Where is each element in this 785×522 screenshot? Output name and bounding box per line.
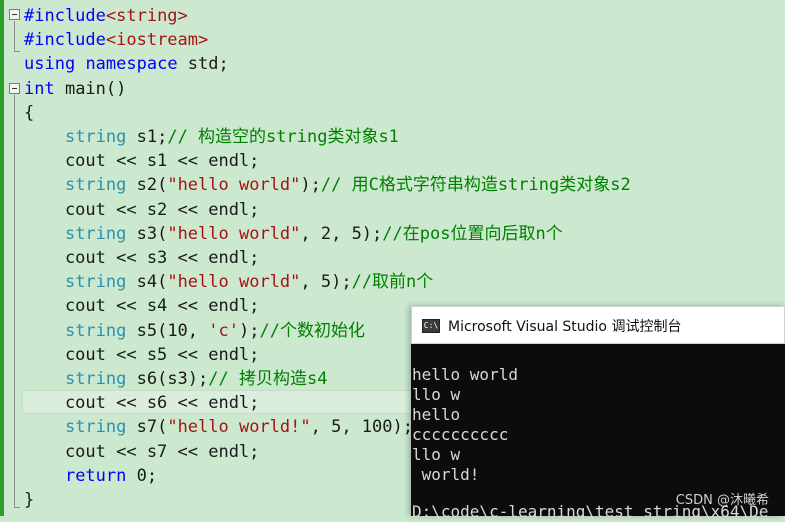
- code-token: string: [64, 223, 127, 244]
- code-token: string: [64, 127, 127, 147]
- code-token: //个数初始化: [259, 320, 365, 341]
- code-line[interactable]: string s2("hello world");// 用C格式字符串构造str…: [24, 173, 631, 197]
- code-token: //在pos位置向后取n个: [382, 223, 563, 244]
- code-token: "hello world": [167, 175, 301, 196]
- code-token: #include: [24, 30, 106, 51]
- console-output-line: world!: [412, 465, 480, 484]
- code-token: // 构造空的string类对象s1: [167, 127, 399, 147]
- code-token: }: [24, 490, 35, 510]
- code-token: string: [64, 175, 127, 196]
- fold-guide-include: [14, 21, 15, 51]
- code-line[interactable]: string s1;// 构造空的string类对象s1: [24, 125, 399, 149]
- code-token: 0;: [126, 465, 158, 486]
- code-token: s6(s3);: [126, 369, 209, 389]
- code-line[interactable]: cout << s5 << endl;: [24, 343, 259, 367]
- code-token: string: [64, 417, 127, 438]
- code-token: , 5, 100);: [310, 417, 413, 438]
- console-titlebar[interactable]: C:\ Microsoft Visual Studio 调试控制台: [411, 306, 785, 344]
- fold-guide-main: [14, 95, 15, 507]
- code-line[interactable]: string s3("hello world", 2, 5);//在pos位置向…: [24, 222, 563, 246]
- code-line[interactable]: return 0;: [24, 464, 157, 488]
- console-output-line: cccccccccc: [412, 425, 509, 444]
- code-token: int: [24, 78, 55, 99]
- code-line[interactable]: string s6(s3);// 拷贝构造s4: [24, 367, 328, 391]
- csdn-watermark: CSDN @沐曦希: [675, 493, 769, 508]
- code-line[interactable]: using namespace std;: [24, 52, 229, 76]
- code-line[interactable]: string s5(10, 'c');//个数初始化: [24, 319, 365, 343]
- code-token: , 2, 5);: [300, 223, 383, 244]
- code-token: 'c': [208, 320, 239, 341]
- code-token: <iostream>: [105, 30, 209, 51]
- collapse-include-icon[interactable]: [9, 9, 20, 20]
- code-token: "hello world": [167, 272, 301, 293]
- code-token: cout << s5 << endl;: [24, 344, 260, 365]
- console-output-line: llo w: [412, 445, 461, 464]
- code-token: s3(: [126, 223, 168, 244]
- console-title: Microsoft Visual Studio 调试控制台: [448, 319, 682, 335]
- code-token: s2(: [126, 175, 168, 196]
- code-token: s5(10,: [126, 320, 209, 341]
- code-token: using: [24, 54, 76, 75]
- code-line[interactable]: string s7("hello world!", 5, 100);: [24, 415, 413, 439]
- code-token: s7(: [126, 417, 168, 438]
- code-token: cout << s1 << endl;: [24, 151, 260, 172]
- code-token: std;: [177, 54, 229, 75]
- code-line[interactable]: cout << s1 << endl;: [24, 149, 259, 173]
- code-line[interactable]: #include<string>: [24, 4, 188, 28]
- code-token: cout << s2 << endl;: [24, 199, 260, 220]
- code-token: cout << s4 << endl;: [24, 296, 260, 317]
- code-token: s4(: [126, 272, 168, 293]
- code-token: string: [64, 320, 127, 341]
- code-token: cout << s6 << endl;: [24, 393, 260, 414]
- code-token: #include: [24, 6, 106, 26]
- code-token: "hello world!": [167, 417, 311, 438]
- code-token: string: [64, 272, 127, 293]
- code-token: return: [64, 465, 127, 486]
- fold-end-include: [14, 51, 20, 52]
- code-token: <string>: [105, 6, 188, 26]
- code-token: cout << s3 << endl;: [24, 248, 260, 268]
- console-output-line: hello world: [412, 365, 518, 384]
- code-token: , 5);: [300, 272, 352, 293]
- fold-end-main: [14, 507, 20, 508]
- code-line[interactable]: cout << s3 << endl;: [24, 246, 259, 270]
- code-line[interactable]: cout << s6 << endl;: [24, 391, 259, 415]
- console-output-line: hello: [412, 405, 461, 424]
- code-token: // 拷贝构造s4: [208, 369, 328, 389]
- code-line[interactable]: cout << s4 << endl;: [24, 294, 259, 318]
- code-token: namespace: [85, 54, 178, 75]
- code-line[interactable]: }: [24, 488, 34, 512]
- code-line[interactable]: cout << s2 << endl;: [24, 198, 259, 222]
- code-token: cout << s7 << endl;: [24, 441, 260, 462]
- console-app-icon: C:\: [422, 319, 440, 333]
- code-line[interactable]: #include<iostream>: [24, 28, 208, 52]
- code-token: //取前n个: [351, 272, 434, 293]
- console-output-line: llo w: [412, 385, 461, 404]
- code-token: // 用C格式字符串构造string类对象s2: [320, 175, 631, 196]
- collapse-main-icon[interactable]: [9, 83, 20, 94]
- code-line[interactable]: {: [24, 101, 34, 125]
- code-token: {: [24, 102, 35, 123]
- code-token: main(): [54, 78, 127, 99]
- code-token: s1;: [126, 127, 168, 147]
- code-line[interactable]: cout << s7 << endl;: [24, 440, 259, 464]
- debug-console-window[interactable]: C:\ Microsoft Visual Studio 调试控制台 hello …: [411, 306, 785, 521]
- code-token: "hello world": [167, 223, 301, 244]
- code-token: string: [64, 369, 127, 389]
- change-indicator-bar: [0, 0, 4, 516]
- code-token: );: [300, 175, 321, 196]
- code-token: );: [238, 320, 260, 341]
- code-line[interactable]: int main(): [24, 77, 126, 101]
- code-line[interactable]: string s4("hello world", 5);//取前n个: [24, 270, 433, 294]
